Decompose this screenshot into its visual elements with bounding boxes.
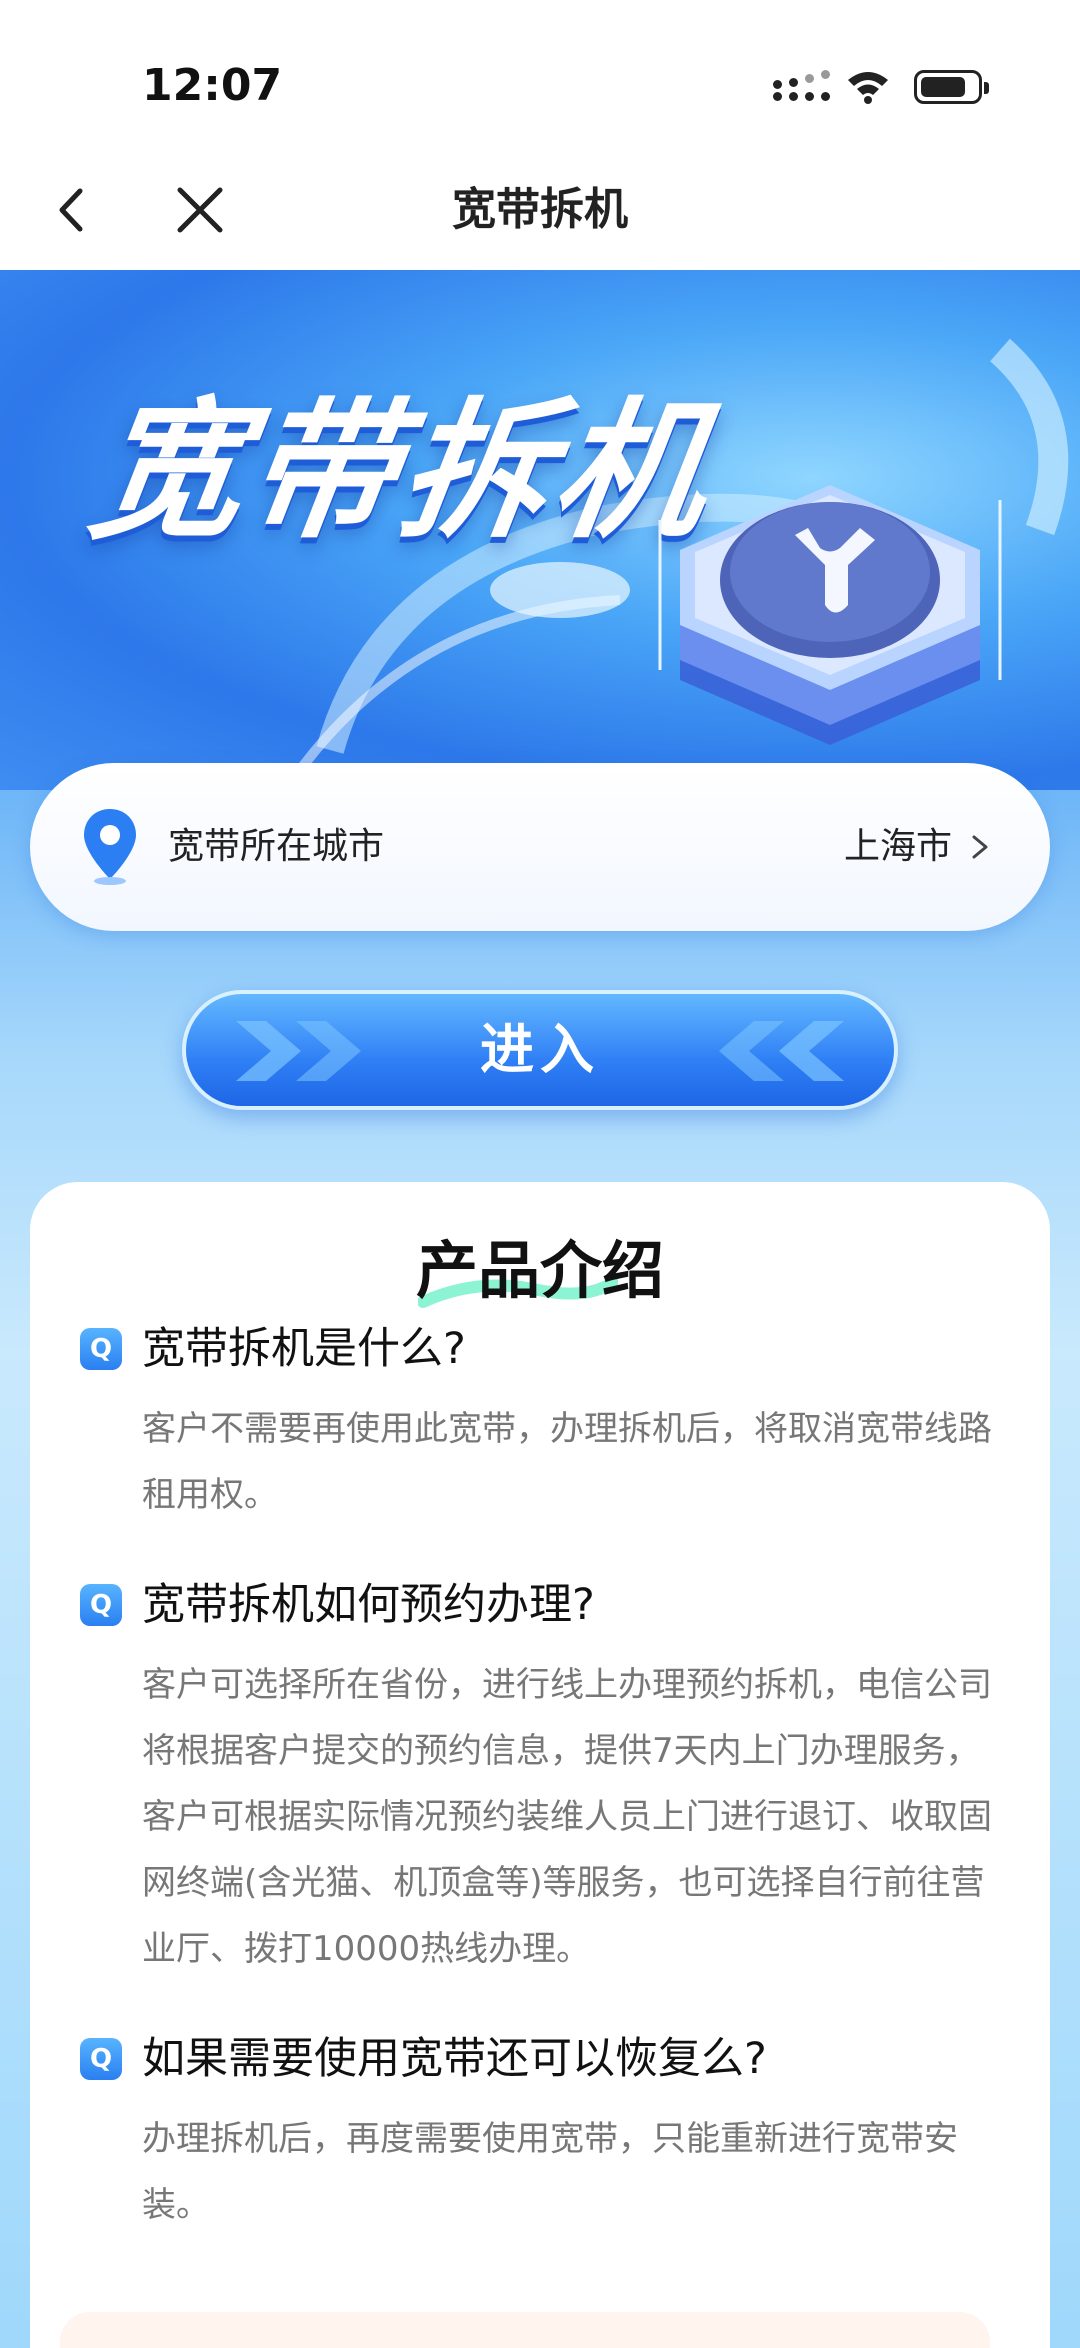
city-label: 宽带所在城市 <box>168 826 385 867</box>
qa-question: 宽带拆机如何预约办理? <box>142 1580 595 1630</box>
back-arrow-icon[interactable] <box>40 175 110 245</box>
status-bar: 12:07 <box>0 0 1080 150</box>
qa-item: Q 宽带拆机是什么? 客户不需要再使用此宽带，办理拆机后，将取消宽带线路租用权。 <box>80 1314 1000 1528</box>
wrench-hexagon-illustration <box>658 485 1002 745</box>
qa-item: Q 如果需要使用宽带还可以恢复么? 办理拆机后，再度需要使用宽带，只能重新进行宽… <box>80 2024 1000 2238</box>
battery-icon <box>914 70 989 104</box>
qa-item: Q 宽带拆机如何预约办理? 客户可选择所在省份，进行线上办理预约拆机，电信公司将… <box>80 1570 1000 1982</box>
q-icon: Q <box>80 2038 122 2080</box>
enter-button[interactable]: 进入 <box>182 990 898 1110</box>
enter-button-label: 进入 <box>480 1018 600 1081</box>
intro-title: 产品介绍 <box>30 1220 1050 1310</box>
qa-question: 宽带拆机是什么? <box>142 1324 466 1374</box>
qa-question: 如果需要使用宽带还可以恢复么? <box>142 2034 767 2084</box>
next-section-peek <box>60 2312 990 2348</box>
product-intro-card: 产品介绍 Q 宽带拆机是什么? 客户不需要再使用此宽带，办理拆机后，将取消宽带线… <box>30 1182 1050 2348</box>
nav-bar: 宽带拆机 <box>0 150 1080 270</box>
qa-answer: 办理拆机后，再度需要使用宽带，只能重新进行宽带安装。 <box>142 2119 958 2225</box>
qa-question-row: Q 宽带拆机如何预约办理? <box>80 1570 1000 1640</box>
page-title: 宽带拆机 <box>452 184 628 235</box>
hero-banner: 宽带拆机 <box>0 270 1080 790</box>
qa-answer: 客户可选择所在省份，进行线上办理预约拆机，电信公司将根据客户提交的预约信息，提供… <box>142 1665 992 1969</box>
close-icon[interactable] <box>165 175 235 245</box>
city-selector[interactable]: 宽带所在城市 上海市 <box>30 763 1050 931</box>
signal-icon <box>773 70 831 108</box>
page-content: 宽带拆机 宽带所在城市 上海市 进入 产品介绍 Q 宽带拆机是什么? 客户不需要… <box>0 270 1080 2348</box>
city-value: 上海市 <box>843 826 952 867</box>
intro-title-text: 产品介绍 <box>415 1234 664 1307</box>
location-pin-icon <box>84 809 136 885</box>
q-icon: Q <box>80 1328 122 1370</box>
wifi-icon <box>848 72 888 104</box>
qa-answer: 客户不需要再使用此宽带，办理拆机后，将取消宽带线路租用权。 <box>142 1409 992 1515</box>
qa-question-row: Q 宽带拆机是什么? <box>80 1314 1000 1384</box>
qa-question-row: Q 如果需要使用宽带还可以恢复么? <box>80 2024 1000 2094</box>
chevron-right-icon <box>972 835 988 859</box>
status-time: 12:07 <box>142 60 283 111</box>
q-icon: Q <box>80 1584 122 1626</box>
